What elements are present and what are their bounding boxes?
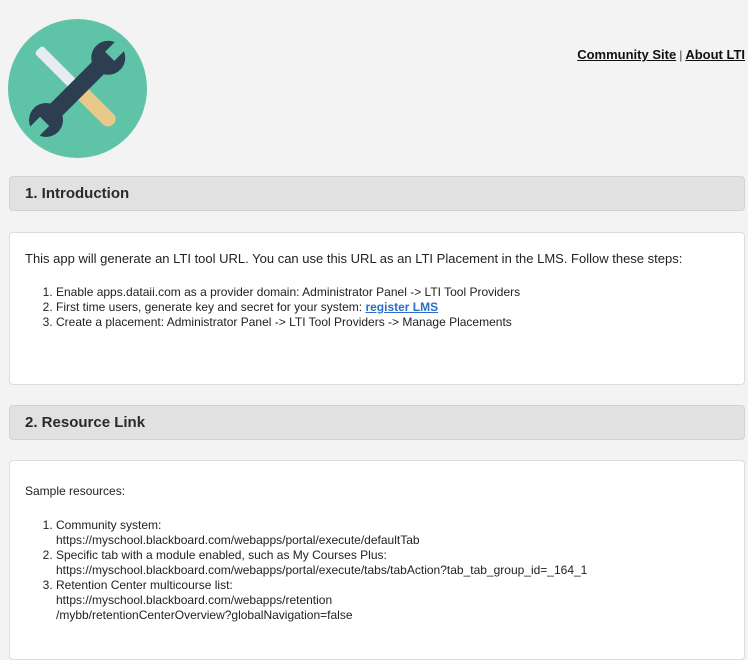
resource-url: https://myschool.blackboard.com/webapps/… <box>56 593 333 607</box>
resource-link-panel: Sample resources: Community system: http… <box>9 460 745 660</box>
link-separator: | <box>679 48 683 62</box>
introduction-text: This app will generate an LTI tool URL. … <box>25 251 683 266</box>
resource-url-continued: /mybb/retentionCenterOverview?globalNavi… <box>56 608 353 622</box>
sample-resources-label: Sample resources: <box>25 484 126 498</box>
introduction-title: 1. Introduction <box>25 185 130 202</box>
list-item: Enable apps.dataii.com as a provider dom… <box>56 285 729 300</box>
introduction-panel: This app will generate an LTI tool URL. … <box>9 232 745 385</box>
list-item: First time users, generate key and secre… <box>56 300 729 315</box>
list-item: Create a placement: Administrator Panel … <box>56 315 729 330</box>
resource-link-title: 2. Resource Link <box>25 414 146 431</box>
community-site-link[interactable]: Community Site <box>577 47 676 62</box>
introduction-header[interactable]: 1. Introduction <box>9 176 745 211</box>
steps-list: Enable apps.dataii.com as a provider dom… <box>25 285 729 330</box>
list-item: Retention Center multicourse list: https… <box>56 578 729 623</box>
register-lms-link[interactable]: register LMS <box>365 300 438 314</box>
resources-list: Community system: https://myschool.black… <box>25 518 729 623</box>
about-lti-link[interactable]: About LTI <box>685 47 745 62</box>
resource-url: https://myschool.blackboard.com/webapps/… <box>56 563 588 577</box>
resource-link-header[interactable]: 2. Resource Link <box>9 405 745 440</box>
resource-url: https://myschool.blackboard.com/webapps/… <box>56 533 420 547</box>
list-item: Community system: https://myschool.black… <box>56 518 729 548</box>
tools-icon <box>8 19 147 158</box>
list-item: Specific tab with a module enabled, such… <box>56 548 729 578</box>
app-logo <box>8 19 147 158</box>
top-links: Community Site | About LTI <box>577 47 745 62</box>
